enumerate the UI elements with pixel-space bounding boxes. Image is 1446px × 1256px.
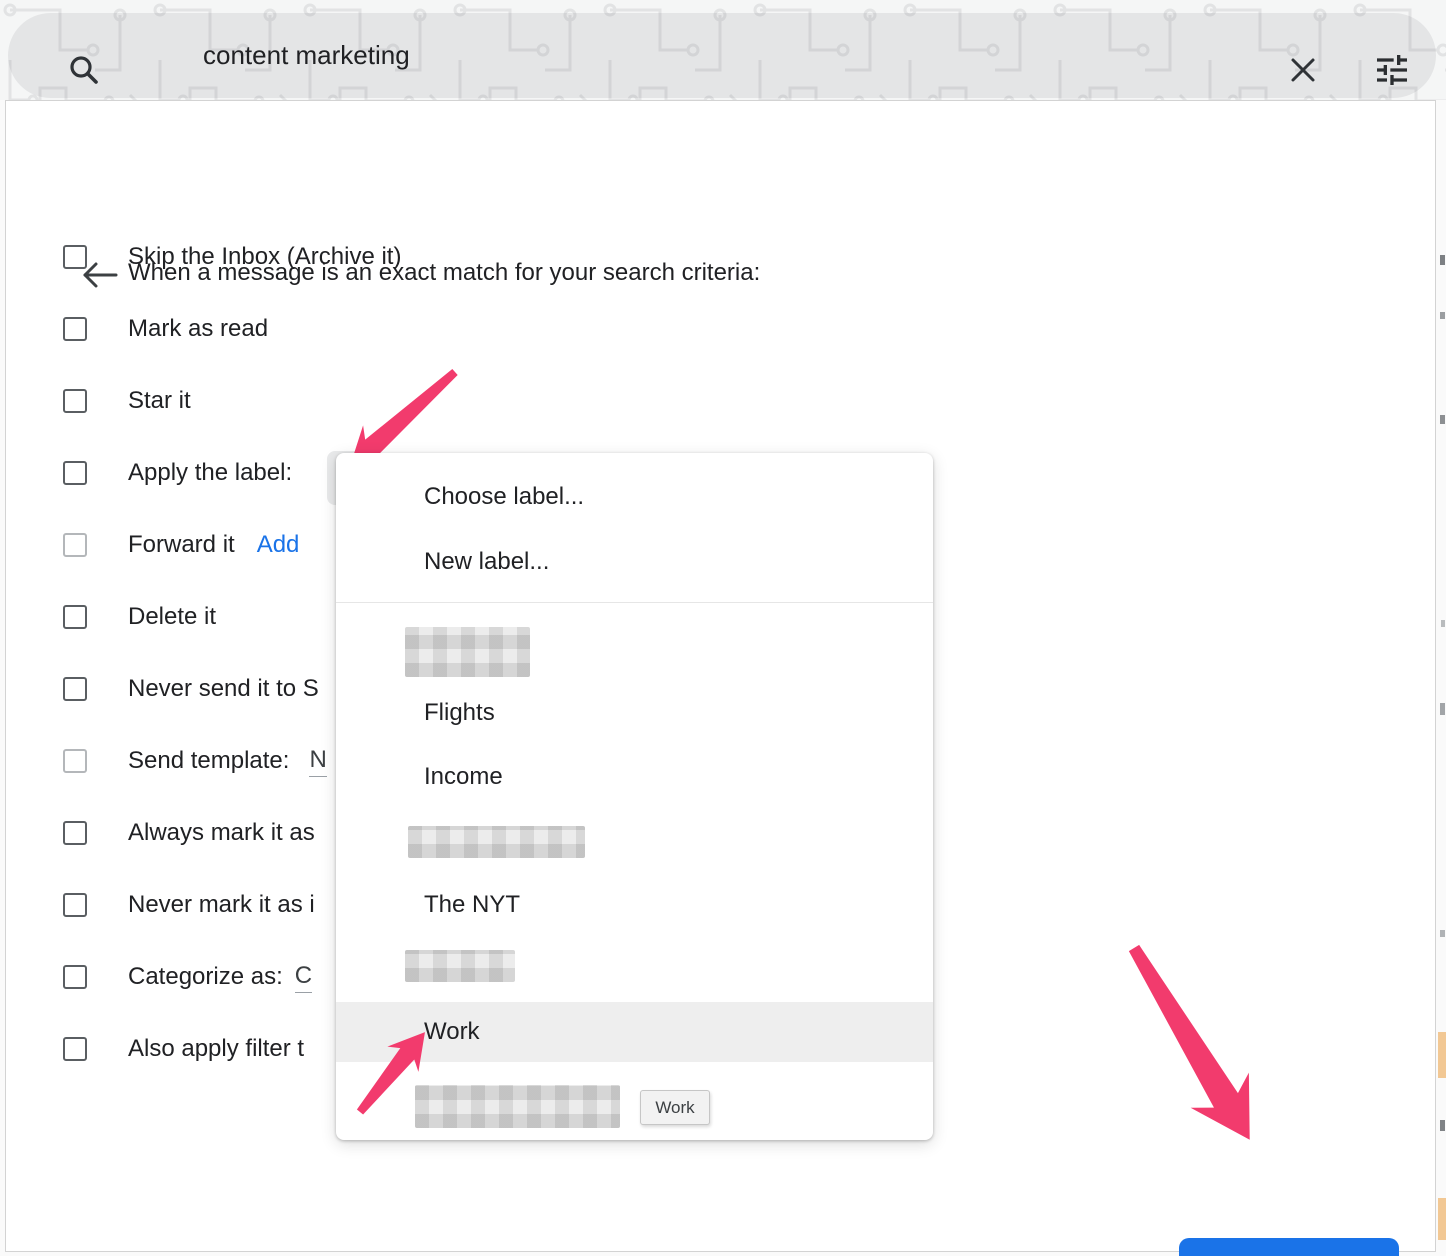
option-row-mark-as-read: Mark as read (63, 297, 268, 361)
background-page-fragment (1440, 703, 1445, 715)
search-header: content marketing (0, 0, 1446, 100)
option-row-never-important: Never mark it as i (63, 873, 315, 937)
gmail-create-filter-screen: content marketing When a message is an e… (0, 0, 1446, 1256)
search-input[interactable]: content marketing (203, 13, 410, 98)
close-icon[interactable] (1286, 53, 1320, 87)
work-tooltip: Work (640, 1090, 710, 1125)
checkbox-also-apply[interactable] (63, 1037, 87, 1061)
background-page-fragment (1441, 620, 1445, 627)
menu-item-income[interactable]: Income (336, 745, 933, 809)
checkbox-never-spam[interactable] (63, 677, 87, 701)
option-row-never-spam: Never send it to S (63, 657, 319, 721)
option-row-always-important: Always mark it as (63, 801, 315, 865)
menu-item-the-nyt[interactable]: The NYT (336, 873, 933, 937)
checkbox-categorize-as[interactable] (63, 965, 87, 989)
option-row-skip-inbox: Skip the Inbox (Archive it) (63, 225, 401, 289)
checkbox-star-it[interactable] (63, 389, 87, 413)
option-row-star-it: Star it (63, 369, 191, 433)
option-row-apply-label: Apply the label: (63, 441, 292, 505)
option-row-categorize-as: Categorize as: C (63, 945, 312, 1009)
checkbox-delete-it[interactable] (63, 605, 87, 629)
menu-separator (336, 602, 933, 603)
background-page-fragment (1440, 255, 1445, 265)
background-page-highlight (1438, 1198, 1446, 1240)
checkbox-forward-it[interactable] (63, 533, 87, 557)
menu-item-redacted-label[interactable] (408, 826, 585, 858)
checkbox-apply-label[interactable] (63, 461, 87, 485)
search-bar[interactable]: content marketing (8, 13, 1436, 98)
menu-item-new-label[interactable]: New label... (336, 530, 933, 594)
background-page-fragment (1440, 415, 1445, 424)
label-menu: Choose label... New label... Flights Inc… (336, 453, 933, 1140)
create-filter-button[interactable]: Create filter (1179, 1238, 1399, 1256)
option-row-forward-it: Forward it Add (63, 513, 299, 577)
menu-item-redacted-label[interactable] (415, 1085, 620, 1128)
template-picker-fragment[interactable]: N (309, 746, 326, 777)
option-row-delete-it: Delete it (63, 585, 216, 649)
background-page-fragment (1440, 1120, 1445, 1131)
search-icon (68, 54, 100, 86)
background-page-highlight (1438, 1032, 1446, 1078)
checkbox-never-important[interactable] (63, 893, 87, 917)
option-row-send-template: Send template: N (63, 729, 327, 793)
search-options-tune-icon[interactable] (1372, 50, 1412, 90)
checkbox-send-template[interactable] (63, 749, 87, 773)
menu-item-redacted-label[interactable] (405, 627, 530, 677)
menu-item-choose-label[interactable]: Choose label... (336, 465, 933, 529)
checkbox-always-important[interactable] (63, 821, 87, 845)
checkbox-skip-inbox[interactable] (63, 245, 87, 269)
menu-item-work[interactable]: Work (336, 1002, 933, 1062)
background-page-fragment (1440, 930, 1445, 937)
category-picker-fragment[interactable]: C (295, 962, 312, 993)
add-forwarding-link[interactable]: Add (257, 531, 300, 559)
background-page-fragment (1440, 312, 1445, 319)
menu-item-redacted-label[interactable] (405, 950, 515, 982)
option-row-also-apply: Also apply filter t (63, 1017, 304, 1081)
checkbox-mark-as-read[interactable] (63, 317, 87, 341)
menu-item-flights[interactable]: Flights (336, 681, 933, 745)
